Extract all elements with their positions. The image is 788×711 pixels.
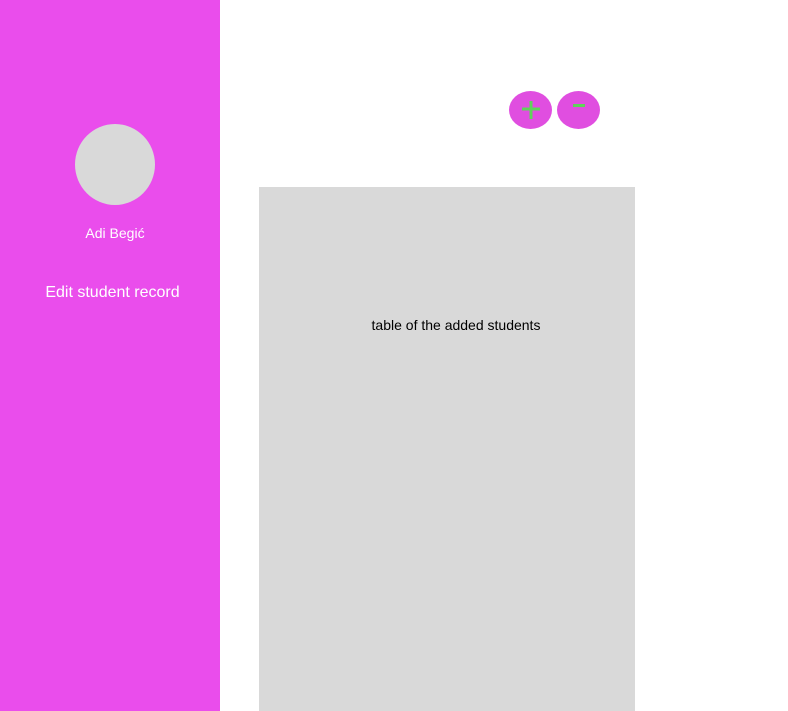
user-name: Adi Begić xyxy=(85,225,145,241)
plus-icon xyxy=(521,101,540,119)
app-root: Adi Begić Edit student record table of t… xyxy=(0,0,788,711)
students-table: table of the added students xyxy=(259,187,635,711)
add-student-button[interactable] xyxy=(509,91,552,129)
sidebar: Adi Begić Edit student record xyxy=(0,0,220,711)
edit-student-record-link[interactable]: Edit student record xyxy=(0,283,225,303)
remove-student-button[interactable] xyxy=(557,91,600,129)
avatar xyxy=(75,124,155,205)
minus-icon xyxy=(572,104,585,107)
table-placeholder-text: table of the added students xyxy=(371,317,541,333)
